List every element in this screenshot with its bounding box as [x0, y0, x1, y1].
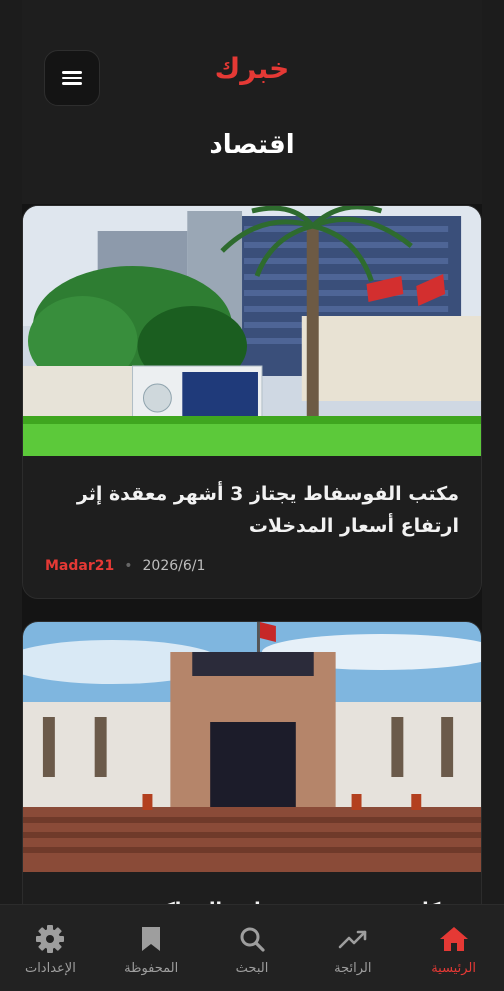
article-source[interactable]: Madar21	[45, 558, 114, 574]
bookmark-icon	[135, 923, 167, 955]
nav-label: البحث	[235, 961, 269, 976]
meta-separator-dot: •	[124, 558, 133, 574]
article-title[interactable]: مكتب الفوسفاط يجتاز 3 أشهر معقدة إثر ارت…	[23, 456, 481, 542]
app-logo[interactable]: خبرك	[22, 52, 482, 85]
nav-item-saved[interactable]: المحفوظة	[101, 923, 201, 976]
nav-item-home[interactable]: الرئيسية	[404, 923, 504, 976]
header: خبرك اقتصاد	[22, 0, 482, 204]
article-card[interactable]: مكتب الفوسفاط يجتاز 3 أشهر معقدة إثر ارت…	[22, 205, 482, 599]
left-edge-strip	[0, 0, 22, 991]
page-title: اقتصاد	[209, 130, 295, 160]
article-date: 2026/6/1	[142, 558, 206, 574]
article-meta: Madar21 • 2026/6/1	[45, 558, 205, 574]
right-edge-strip	[482, 0, 504, 991]
nav-item-settings[interactable]: الإعدادات	[0, 923, 100, 976]
article-image	[23, 622, 481, 872]
nav-item-search[interactable]: البحث	[202, 923, 302, 976]
nav-label: الرئيسية	[431, 961, 476, 976]
nav-label: المحفوظة	[124, 961, 179, 976]
article-card[interactable]: شكاية تفجر قضية تتعلق بالمحاكم	[22, 621, 482, 921]
home-icon	[438, 923, 470, 955]
nav-label: الإعدادات	[24, 961, 76, 976]
search-icon	[236, 923, 268, 955]
nav-item-trending[interactable]: الرائجة	[303, 923, 403, 976]
trending-icon	[337, 923, 369, 955]
gear-icon	[34, 923, 66, 955]
bottom-navigation: الرئيسية الرائجة البحث المحفوظة الإعدادا…	[0, 904, 504, 991]
article-image	[23, 206, 481, 456]
nav-label: الرائجة	[334, 961, 372, 976]
